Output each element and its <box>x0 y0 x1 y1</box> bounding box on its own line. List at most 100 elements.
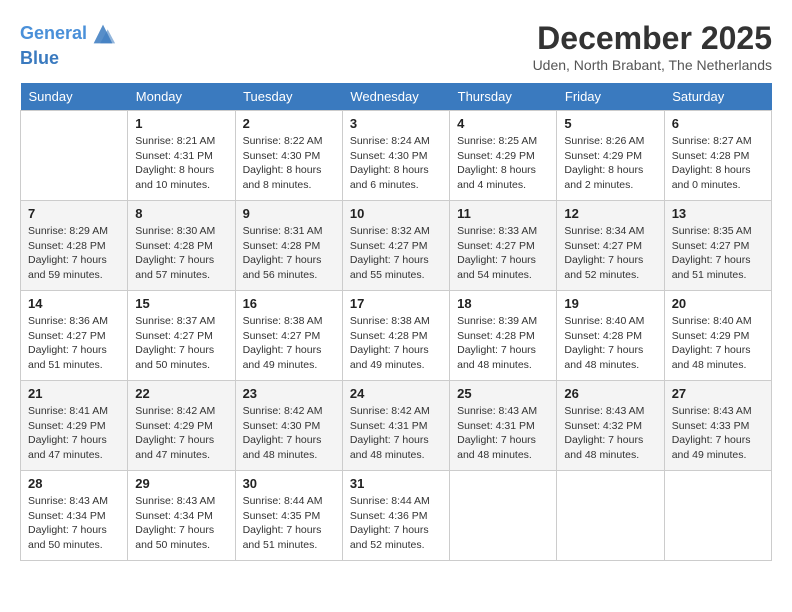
header-wednesday: Wednesday <box>342 83 449 111</box>
calendar-cell: 9 Sunrise: 8:31 AMSunset: 4:28 PMDaylight… <box>235 201 342 291</box>
day-number: 15 <box>135 296 227 311</box>
calendar-cell: 3 Sunrise: 8:24 AMSunset: 4:30 PMDaylight… <box>342 111 449 201</box>
calendar-cell <box>450 471 557 561</box>
day-info: Sunrise: 8:39 AMSunset: 4:28 PMDaylight:… <box>457 314 549 373</box>
day-number: 1 <box>135 116 227 131</box>
calendar-week-4: 21 Sunrise: 8:41 AMSunset: 4:29 PMDayligh… <box>21 381 772 471</box>
day-number: 28 <box>28 476 120 491</box>
logo-text: General <box>20 23 87 45</box>
day-info: Sunrise: 8:38 AMSunset: 4:27 PMDaylight:… <box>243 314 335 373</box>
day-info: Sunrise: 8:43 AMSunset: 4:31 PMDaylight:… <box>457 404 549 463</box>
calendar-cell: 29 Sunrise: 8:43 AMSunset: 4:34 PMDayligh… <box>128 471 235 561</box>
day-number: 3 <box>350 116 442 131</box>
calendar-cell: 8Sunrise: 8:30 AMSunset: 4:28 PMDaylight… <box>128 201 235 291</box>
calendar-cell: 30 Sunrise: 8:44 AMSunset: 4:35 PMDayligh… <box>235 471 342 561</box>
calendar-header-row: SundayMondayTuesdayWednesdayThursdayFrid… <box>21 83 772 111</box>
calendar-week-5: 28 Sunrise: 8:43 AMSunset: 4:34 PMDayligh… <box>21 471 772 561</box>
calendar-cell: 2Sunrise: 8:22 AMSunset: 4:30 PMDaylight… <box>235 111 342 201</box>
calendar-cell: 5 Sunrise: 8:26 AMSunset: 4:29 PMDaylight… <box>557 111 664 201</box>
page-header: General Blue December 2025 Uden, North B… <box>20 20 772 73</box>
day-number: 29 <box>135 476 227 491</box>
header-saturday: Saturday <box>664 83 771 111</box>
calendar-cell: 23 Sunrise: 8:42 AMSunset: 4:30 PMDayligh… <box>235 381 342 471</box>
day-info: Sunrise: 8:24 AMSunset: 4:30 PMDaylight:… <box>350 134 442 193</box>
day-number: 9 <box>243 206 335 221</box>
calendar-cell: 13 Sunrise: 8:35 AMSunset: 4:27 PMDayligh… <box>664 201 771 291</box>
calendar-cell: 24Sunrise: 8:42 AMSunset: 4:31 PMDayligh… <box>342 381 449 471</box>
day-info: Sunrise: 8:44 AMSunset: 4:35 PMDaylight:… <box>243 494 335 553</box>
calendar-week-1: 1 Sunrise: 8:21 AMSunset: 4:31 PMDaylight… <box>21 111 772 201</box>
day-info: Sunrise: 8:43 AMSunset: 4:32 PMDaylight:… <box>564 404 656 463</box>
day-info: Sunrise: 8:32 AMSunset: 4:27 PMDaylight:… <box>350 224 442 283</box>
calendar-cell: 17 Sunrise: 8:38 AMSunset: 4:28 PMDayligh… <box>342 291 449 381</box>
day-number: 19 <box>564 296 656 311</box>
day-info: Sunrise: 8:37 AMSunset: 4:27 PMDaylight:… <box>135 314 227 373</box>
day-number: 24 <box>350 386 442 401</box>
calendar-cell: 27Sunrise: 8:43 AMSunset: 4:33 PMDayligh… <box>664 381 771 471</box>
calendar-cell: 26 Sunrise: 8:43 AMSunset: 4:32 PMDayligh… <box>557 381 664 471</box>
day-number: 5 <box>564 116 656 131</box>
calendar-cell: 12 Sunrise: 8:34 AMSunset: 4:27 PMDayligh… <box>557 201 664 291</box>
header-friday: Friday <box>557 83 664 111</box>
calendar-cell: 15 Sunrise: 8:37 AMSunset: 4:27 PMDayligh… <box>128 291 235 381</box>
day-info: Sunrise: 8:38 AMSunset: 4:28 PMDaylight:… <box>350 314 442 373</box>
day-info: Sunrise: 8:41 AMSunset: 4:29 PMDaylight:… <box>28 404 120 463</box>
day-number: 10 <box>350 206 442 221</box>
day-number: 26 <box>564 386 656 401</box>
day-info: Sunrise: 8:40 AMSunset: 4:28 PMDaylight:… <box>564 314 656 373</box>
day-number: 11 <box>457 206 549 221</box>
day-info: Sunrise: 8:31 AMSunset: 4:28 PMDaylight:… <box>243 224 335 283</box>
header-thursday: Thursday <box>450 83 557 111</box>
title-block: December 2025 Uden, North Brabant, The N… <box>533 20 772 73</box>
calendar-cell: 11 Sunrise: 8:33 AMSunset: 4:27 PMDayligh… <box>450 201 557 291</box>
day-info: Sunrise: 8:33 AMSunset: 4:27 PMDaylight:… <box>457 224 549 283</box>
day-number: 4 <box>457 116 549 131</box>
day-info: Sunrise: 8:35 AMSunset: 4:27 PMDaylight:… <box>672 224 764 283</box>
day-number: 17 <box>350 296 442 311</box>
calendar-cell: 4Sunrise: 8:25 AMSunset: 4:29 PMDaylight… <box>450 111 557 201</box>
day-info: Sunrise: 8:43 AMSunset: 4:33 PMDaylight:… <box>672 404 764 463</box>
logo-blue-text: Blue <box>20 48 117 70</box>
calendar-cell <box>21 111 128 201</box>
day-number: 7 <box>28 206 120 221</box>
day-number: 12 <box>564 206 656 221</box>
calendar-cell: 28 Sunrise: 8:43 AMSunset: 4:34 PMDayligh… <box>21 471 128 561</box>
day-info: Sunrise: 8:43 AMSunset: 4:34 PMDaylight:… <box>135 494 227 553</box>
day-number: 21 <box>28 386 120 401</box>
day-number: 25 <box>457 386 549 401</box>
day-info: Sunrise: 8:42 AMSunset: 4:29 PMDaylight:… <box>135 404 227 463</box>
calendar-week-2: 7Sunrise: 8:29 AMSunset: 4:28 PMDaylight… <box>21 201 772 291</box>
day-number: 14 <box>28 296 120 311</box>
day-number: 13 <box>672 206 764 221</box>
day-info: Sunrise: 8:40 AMSunset: 4:29 PMDaylight:… <box>672 314 764 373</box>
calendar-cell: 10 Sunrise: 8:32 AMSunset: 4:27 PMDayligh… <box>342 201 449 291</box>
calendar-cell: 16 Sunrise: 8:38 AMSunset: 4:27 PMDayligh… <box>235 291 342 381</box>
day-info: Sunrise: 8:42 AMSunset: 4:30 PMDaylight:… <box>243 404 335 463</box>
day-number: 6 <box>672 116 764 131</box>
calendar-cell: 14Sunrise: 8:36 AMSunset: 4:27 PMDayligh… <box>21 291 128 381</box>
day-number: 30 <box>243 476 335 491</box>
calendar-cell: 18Sunrise: 8:39 AMSunset: 4:28 PMDayligh… <box>450 291 557 381</box>
day-number: 8 <box>135 206 227 221</box>
calendar-cell: 6 Sunrise: 8:27 AMSunset: 4:28 PMDaylight… <box>664 111 771 201</box>
calendar-cell: 7Sunrise: 8:29 AMSunset: 4:28 PMDaylight… <box>21 201 128 291</box>
day-info: Sunrise: 8:27 AMSunset: 4:28 PMDaylight:… <box>672 134 764 193</box>
day-number: 2 <box>243 116 335 131</box>
header-monday: Monday <box>128 83 235 111</box>
calendar-cell: 21 Sunrise: 8:41 AMSunset: 4:29 PMDayligh… <box>21 381 128 471</box>
day-info: Sunrise: 8:21 AMSunset: 4:31 PMDaylight:… <box>135 134 227 193</box>
day-info: Sunrise: 8:43 AMSunset: 4:34 PMDaylight:… <box>28 494 120 553</box>
day-info: Sunrise: 8:26 AMSunset: 4:29 PMDaylight:… <box>564 134 656 193</box>
calendar-cell <box>557 471 664 561</box>
calendar-table: SundayMondayTuesdayWednesdayThursdayFrid… <box>20 83 772 561</box>
header-sunday: Sunday <box>21 83 128 111</box>
day-info: Sunrise: 8:44 AMSunset: 4:36 PMDaylight:… <box>350 494 442 553</box>
day-number: 23 <box>243 386 335 401</box>
day-info: Sunrise: 8:34 AMSunset: 4:27 PMDaylight:… <box>564 224 656 283</box>
day-number: 16 <box>243 296 335 311</box>
calendar-cell: 31Sunrise: 8:44 AMSunset: 4:36 PMDayligh… <box>342 471 449 561</box>
calendar-cell: 25 Sunrise: 8:43 AMSunset: 4:31 PMDayligh… <box>450 381 557 471</box>
header-tuesday: Tuesday <box>235 83 342 111</box>
calendar-cell: 22Sunrise: 8:42 AMSunset: 4:29 PMDayligh… <box>128 381 235 471</box>
logo-icon <box>89 20 117 48</box>
